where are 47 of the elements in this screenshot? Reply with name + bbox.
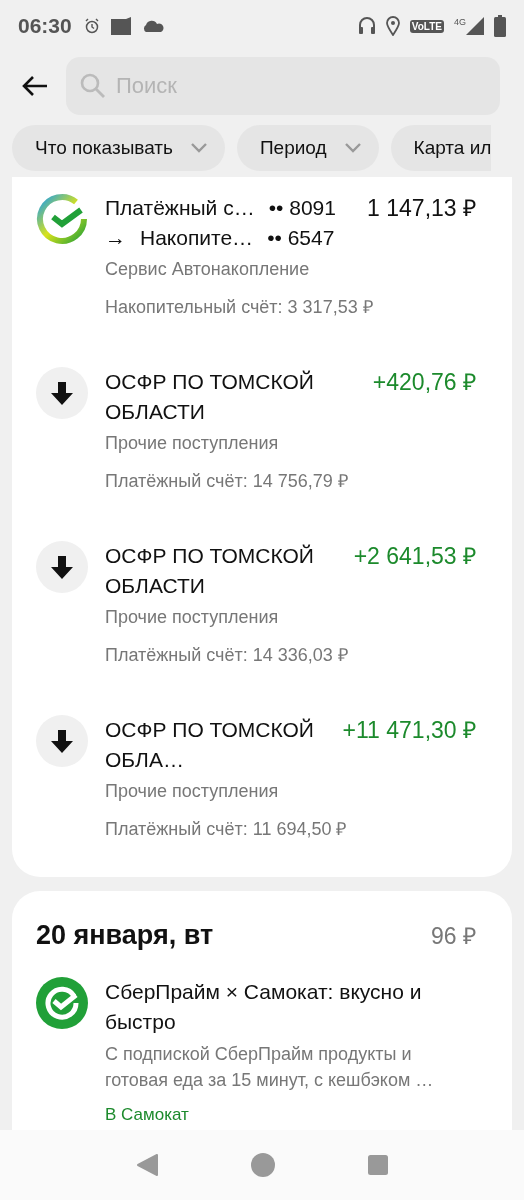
amount: +420,76 ₽ xyxy=(372,368,476,397)
network-type: 4G xyxy=(454,17,466,27)
filter-chip[interactable]: Что показывать xyxy=(12,125,225,171)
promo-description: С подпиской СберПрайм продукты и готовая еда за 15 минут, с кешбэком … xyxy=(105,1043,435,1092)
account-balance: Платёжный счёт: 11 694,50 ₽ xyxy=(105,818,348,841)
arrow-down-icon xyxy=(36,541,88,593)
search-icon xyxy=(80,73,106,99)
arrow-down-icon xyxy=(36,367,88,419)
from-account: Платёжный с… xyxy=(105,195,255,221)
recents-icon[interactable] xyxy=(366,1154,389,1176)
account-balance: Платёжный счёт: 14 336,03 ₽ xyxy=(105,644,349,667)
cloud-icon xyxy=(141,19,164,33)
filter-chip[interactable]: Период xyxy=(236,125,379,171)
logo-icon xyxy=(36,193,88,245)
volte-indicator: VoLTE xyxy=(409,19,444,33)
category: Сервис Автонакопление xyxy=(105,258,311,281)
payer-name: ОСФР ПО ТОМСКОЙ ОБЛАСТИ xyxy=(105,369,315,425)
location-icon xyxy=(385,16,400,36)
arrow-glyph: → xyxy=(105,225,126,251)
day-total: 96 ₽ xyxy=(431,922,476,951)
logo-icon xyxy=(36,977,88,1029)
account-mask: •• 8091 xyxy=(268,195,336,221)
home-icon[interactable] xyxy=(250,1152,276,1178)
headset-icon xyxy=(357,16,376,36)
arrow-down-icon xyxy=(36,715,88,767)
amount: +2 641,53 ₽ xyxy=(353,542,476,571)
day-date: 20 января, вт xyxy=(36,919,214,951)
payer-name: ОСФР ПО ТОМСКОЙ ОБЛА… xyxy=(105,717,315,773)
account-balance: Накопительный счёт: 3 317,53 ₽ xyxy=(105,296,374,319)
account-mask: •• 6547 xyxy=(267,225,335,251)
amount: +11 471,30 ₽ xyxy=(342,716,476,745)
filter-chip[interactable]: Карта ил xyxy=(390,125,492,171)
to-account: Накопите… xyxy=(140,225,254,251)
alarm-icon xyxy=(83,18,100,34)
status-time: 06:30 xyxy=(18,14,72,38)
payer-name: ОСФР ПО ТОМСКОЙ ОБЛАСТИ xyxy=(105,543,315,599)
signal-icon xyxy=(466,17,484,35)
category: Прочие поступления xyxy=(105,780,280,803)
sd-card-icon xyxy=(109,16,132,36)
back-icon[interactable] xyxy=(22,75,48,97)
battery-icon xyxy=(494,15,506,37)
promo-title: СберПрайм × Самокат: вкусно и быстро xyxy=(105,979,423,1035)
category: Прочие поступления xyxy=(105,432,280,455)
account-balance: Платёжный счёт: 14 756,79 ₽ xyxy=(105,470,349,493)
category: Прочие поступления xyxy=(105,606,280,629)
amount: 1 147,13 ₽ xyxy=(367,194,476,223)
promo-link[interactable]: В Самокат xyxy=(105,1103,476,1127)
